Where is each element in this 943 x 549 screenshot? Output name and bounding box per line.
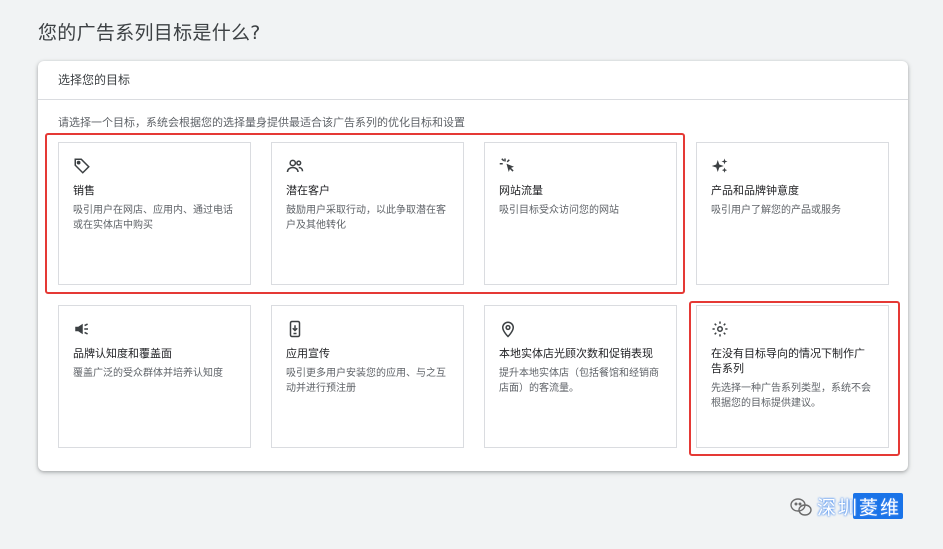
goal-description: 覆盖广泛的受众群体并培养认知度 — [73, 368, 223, 379]
click-sparkle-icon — [499, 157, 517, 175]
goal-card-app-promotion[interactable]: 应用宣传 吸引更多用户安装您的应用、与之互动并进行预注册 — [271, 305, 464, 448]
goal-description: 吸引用户了解您的产品或服务 — [711, 205, 841, 216]
goal-card-brand-awareness[interactable]: 品牌认知度和覆盖面 覆盖广泛的受众群体并培养认知度 — [58, 305, 251, 448]
goal-card-brand-consideration[interactable]: 产品和品牌钟意度 吸引用户了解您的产品或服务 — [696, 142, 889, 285]
location-pin-icon — [499, 320, 517, 338]
goal-card-sales[interactable]: 销售 吸引用户在网店、应用内、通过电话或在实体店中购买 — [58, 142, 251, 285]
goal-card-no-goal[interactable]: 在没有目标导向的情况下制作广告系列 先选择一种广告系列类型，系统不会根据您的目标… — [696, 305, 889, 448]
goal-card-local-store[interactable]: 本地实体店光顾次数和促销表现 提升本地实体店（包括餐馆和经销商店面）的客流量。 — [484, 305, 677, 448]
goal-title: 应用宣传 — [286, 347, 330, 360]
page-title: 您的广告系列目标是什么? — [38, 22, 261, 44]
goal-title: 在没有目标导向的情况下制作广告系列 — [711, 347, 865, 375]
watermark: 深圳菱维 — [789, 493, 903, 520]
goal-title: 本地实体店光顾次数和促销表现 — [499, 347, 653, 360]
goal-title: 潜在客户 — [286, 184, 330, 197]
goal-description: 吸引更多用户安装您的应用、与之互动并进行预注册 — [286, 368, 446, 394]
goal-card-website-traffic[interactable]: 网站流量 吸引目标受众访问您的网站 — [484, 142, 677, 285]
people-icon — [286, 157, 304, 175]
panel-header: 选择您的目标 — [38, 61, 908, 100]
sparkles-icon — [711, 157, 729, 175]
goal-description: 先选择一种广告系列类型，系统不会根据您的目标提供建议。 — [711, 383, 871, 409]
goal-title: 网站流量 — [499, 184, 543, 197]
megaphone-icon — [73, 320, 91, 338]
goal-card-leads[interactable]: 潜在客户 鼓励用户采取行动，以此争取潜在客户及其他转化 — [271, 142, 464, 285]
tag-icon — [73, 157, 91, 175]
goal-description: 鼓励用户采取行动，以此争取潜在客户及其他转化 — [286, 205, 446, 231]
gear-icon — [711, 320, 729, 338]
goal-description: 吸引目标受众访问您的网站 — [499, 205, 619, 216]
goal-selection-panel: 选择您的目标 请选择一个目标，系统会根据您的选择量身提供最适合该广告系列的优化目… — [38, 61, 908, 471]
goal-title: 产品和品牌钟意度 — [711, 184, 799, 197]
goal-description: 提升本地实体店（包括餐馆和经销商店面）的客流量。 — [499, 368, 659, 394]
instructions-text: 请选择一个目标，系统会根据您的选择量身提供最适合该广告系列的优化目标和设置 — [58, 116, 465, 129]
goal-title: 品牌认知度和覆盖面 — [73, 347, 172, 360]
wechat-logo-icon — [789, 495, 813, 519]
goal-title: 销售 — [73, 184, 95, 197]
phone-download-icon — [286, 320, 304, 338]
watermark-text: 深圳菱维 — [817, 497, 902, 519]
goal-description: 吸引用户在网店、应用内、通过电话或在实体店中购买 — [73, 205, 233, 231]
